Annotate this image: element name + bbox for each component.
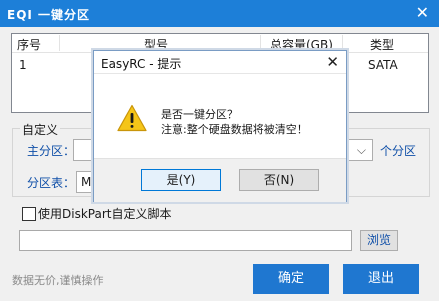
browse-button[interactable]: 浏览 — [360, 230, 398, 251]
partition-table-label: 分区表： — [27, 176, 76, 190]
confirm-button[interactable]: 确定 — [253, 264, 329, 294]
cell-type: SATA — [368, 58, 398, 72]
cell-index: 1 — [19, 58, 27, 72]
dialog-footer: 是(Y) 否(N) — [94, 158, 346, 202]
main-titlebar: EQI 一键分区 ✕ — [0, 0, 439, 27]
dialog-titlebar: EasyRC - 提示 ✕ — [94, 51, 346, 74]
primary-partition-label: 主分区： — [27, 144, 76, 158]
column-separator — [342, 35, 343, 51]
dialog-message-warning: 注意:整个硬盘数据将被清空！ — [161, 123, 308, 136]
main-close-icon[interactable]: ✕ — [416, 3, 429, 23]
exit-button[interactable]: 退出 — [343, 264, 419, 294]
main-title: EQI 一键分区 — [7, 8, 91, 22]
dialog-message-question: 是否一键分区？ — [161, 108, 238, 121]
column-separator — [59, 35, 60, 51]
footer-note: 数据无价,谨慎操作 — [12, 274, 104, 287]
dialog-body: 是否一键分区？ 注意:整个硬盘数据将被清空！ — [94, 74, 346, 158]
confirm-dialog: EasyRC - 提示 ✕ 是否一键分区？ 注意:整个硬盘数据将被清空！ 是(Y… — [93, 50, 347, 202]
column-header-index[interactable]: 序号 — [17, 36, 41, 53]
partition-count-label: 个分区 — [380, 144, 417, 158]
chevron-down-icon: ⌵ — [356, 143, 366, 157]
column-header-type[interactable]: 类型 — [370, 36, 394, 53]
no-button[interactable]: 否(N) — [239, 169, 319, 191]
diskpart-checkbox-label[interactable]: 使用DiskPart自定义脚本 — [38, 205, 171, 222]
warning-icon — [117, 104, 147, 132]
diskpart-checkbox[interactable] — [22, 207, 36, 221]
dialog-title: EasyRC - 提示 — [101, 57, 182, 71]
yes-button[interactable]: 是(Y) — [141, 169, 221, 191]
custom-group-legend: 自定义 — [20, 121, 61, 138]
dialog-close-icon[interactable]: ✕ — [326, 52, 339, 72]
script-path-input[interactable] — [19, 230, 352, 251]
column-separator — [260, 35, 261, 51]
